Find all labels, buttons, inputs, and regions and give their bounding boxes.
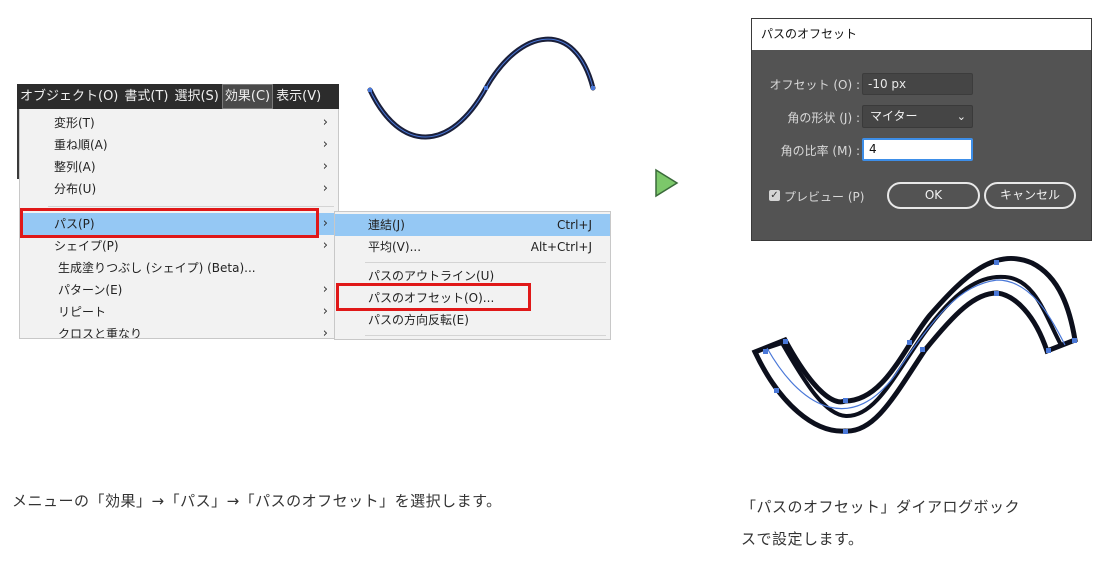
menu-item-align[interactable]: 整列(A) › xyxy=(20,156,338,178)
path-submenu: 連結(J) Ctrl+J 平均(V)... Alt+Ctrl+J パスのアウトラ… xyxy=(334,211,611,340)
offset-path-dialog: パスのオフセット オフセット (O) : -10 px 角の形状 (J) : マ… xyxy=(752,19,1091,240)
menu-item-cross-overlap[interactable]: クロスと重なり › xyxy=(20,323,338,339)
joins-select-value: マイター xyxy=(870,109,918,123)
menu-item-arrange[interactable]: 重ね順(A) › xyxy=(20,134,338,156)
menu-item-transform[interactable]: 変形(T) › xyxy=(20,112,338,134)
offset-label: オフセット (O) : xyxy=(769,78,860,92)
menu-item-label: シェイプ(P) xyxy=(54,239,119,253)
dialog-title: パスのオフセット xyxy=(761,27,858,41)
submenu-item-label: パスのアウトライン(U) xyxy=(368,269,495,283)
chevron-right-icon: › xyxy=(322,216,328,231)
menu-item-label: パス(P) xyxy=(54,217,95,231)
dialog-titlebar: パスのオフセット xyxy=(752,19,1091,50)
submenu-item-reverse-path[interactable]: パスの方向反転(E) xyxy=(335,309,610,331)
offset-input[interactable]: -10 px xyxy=(862,73,973,95)
submenu-item-average[interactable]: 平均(V)... Alt+Ctrl+J xyxy=(335,236,610,258)
menubar-item-type[interactable]: 書式(T) xyxy=(121,84,171,109)
menu-item-label: 重ね順(A) xyxy=(54,138,108,152)
menu-separator xyxy=(48,206,334,207)
caption-right-line2: スで設定します。 xyxy=(741,530,864,548)
menu-item-label: クロスと重なり xyxy=(58,327,143,339)
menu-separator xyxy=(365,335,606,336)
miter-limit-label: 角の比率 (M) : xyxy=(780,144,860,158)
chevron-right-icon: › xyxy=(322,326,328,339)
menubar-item-select[interactable]: 選択(S) xyxy=(171,84,221,109)
menu-item-generative-fill[interactable]: 生成塗りつぶし (シェイプ) (Beta)... xyxy=(20,257,338,279)
menu-item-distribute[interactable]: 分布(U) › xyxy=(20,178,338,200)
preview-label: プレビュー (P) xyxy=(784,190,865,204)
check-icon: ✓ xyxy=(770,190,779,201)
chevron-right-icon: › xyxy=(322,181,328,196)
shortcut-text: Ctrl+J xyxy=(557,218,592,232)
joins-select[interactable]: マイター ⌄ xyxy=(862,105,973,128)
caption-right-line1: 「パスのオフセット」ダイアログボック xyxy=(741,498,1021,516)
chevron-right-icon: › xyxy=(322,304,328,319)
chevron-right-icon: › xyxy=(322,137,328,152)
menubar: オブジェクト(O) 書式(T) 選択(S) 効果(C) 表示(V) xyxy=(17,84,339,109)
menu-separator xyxy=(365,262,606,263)
shortcut-text: Alt+Ctrl+J xyxy=(530,240,592,254)
menu-item-label: 分布(U) xyxy=(54,182,97,196)
offset-wave-preview xyxy=(751,256,1078,434)
chevron-right-icon: › xyxy=(322,159,328,174)
submenu-item-label: 平均(V)... xyxy=(368,240,422,254)
menu-item-label: 整列(A) xyxy=(54,160,96,174)
submenu-item-label: パスの方向反転(E) xyxy=(368,313,469,327)
submenu-item-label: パスのオフセット(O)... xyxy=(368,291,495,305)
menu-item-label: リピート xyxy=(58,305,107,319)
menu-item-label: 生成塗りつぶし (シェイプ) (Beta)... xyxy=(58,261,256,275)
effect-menu: 変形(T) › 重ね順(A) › 整列(A) › 分布(U) › パス(P) ›… xyxy=(19,109,339,339)
chevron-right-icon: › xyxy=(322,115,328,130)
triangle-right-icon xyxy=(655,168,679,198)
submenu-item-join[interactable]: 連結(J) Ctrl+J xyxy=(335,214,610,236)
original-wave-path xyxy=(367,36,596,140)
menubar-item-object[interactable]: オブジェクト(O) xyxy=(17,84,121,109)
submenu-item-label: 連結(J) xyxy=(368,218,405,232)
menu-item-label: 変形(T) xyxy=(54,116,95,130)
chevron-right-icon: › xyxy=(322,238,328,253)
submenu-item-offset-path[interactable]: パスのオフセット(O)... xyxy=(335,287,610,309)
menu-item-repeat[interactable]: リピート › xyxy=(20,301,338,323)
joins-label: 角の形状 (J) : xyxy=(787,111,860,125)
menubar-item-view[interactable]: 表示(V) xyxy=(273,84,324,109)
ok-button[interactable]: OK xyxy=(887,182,980,209)
submenu-item-outline-stroke[interactable]: パスのアウトライン(U) xyxy=(335,265,610,287)
caption-left: メニューの「効果」→「パス」→「パスのオフセット」を選択します。 xyxy=(12,492,502,510)
chevron-right-icon: › xyxy=(322,282,328,297)
chevron-down-icon: ⌄ xyxy=(956,110,966,123)
menu-item-shape[interactable]: シェイプ(P) › xyxy=(20,235,338,257)
miter-limit-input[interactable]: 4 xyxy=(862,138,973,161)
menu-item-pattern[interactable]: パターン(E) › xyxy=(20,279,338,301)
menu-item-path[interactable]: パス(P) › xyxy=(20,213,338,235)
menubar-item-effect[interactable]: 効果(C) xyxy=(221,84,274,109)
menu-item-label: パターン(E) xyxy=(58,283,123,297)
cancel-button[interactable]: キャンセル xyxy=(984,182,1076,209)
preview-checkbox[interactable]: ✓ xyxy=(769,190,780,201)
